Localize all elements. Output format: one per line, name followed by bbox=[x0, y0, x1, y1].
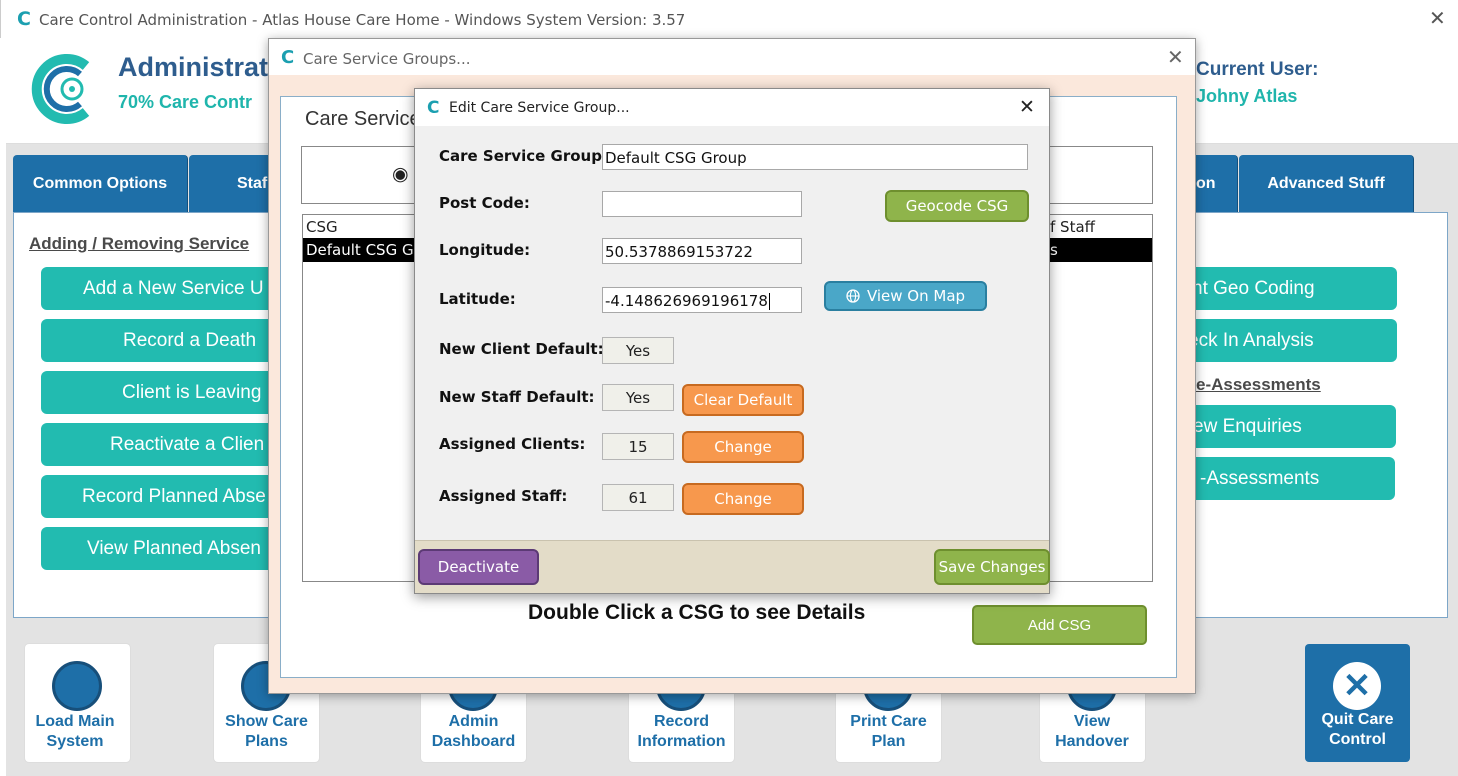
clear-default-button[interactable]: Clear Default bbox=[682, 384, 804, 416]
new-client-default-value: Yes bbox=[602, 337, 674, 364]
staff-column-header[interactable]: f Staff bbox=[1050, 218, 1095, 236]
current-user-label: Current User: bbox=[1196, 59, 1319, 80]
edit-dialog-app-icon: C bbox=[427, 98, 440, 118]
logo-icon bbox=[31, 54, 90, 124]
tab-advanced-stuff[interactable]: Advanced Stuff bbox=[1239, 155, 1414, 213]
csg-name-label: Care Service Group: bbox=[439, 147, 608, 165]
assigned-clients-value: 15 bbox=[602, 433, 674, 460]
assigned-clients-label: Assigned Clients: bbox=[439, 435, 586, 453]
view-planned-absence-button[interactable]: View Planned Absen bbox=[41, 527, 301, 570]
record-death-button[interactable]: Record a Death bbox=[41, 319, 301, 362]
current-user-name: Johny Atlas bbox=[1196, 86, 1298, 106]
main-titlebar: C Care Control Administration - Atlas Ho… bbox=[0, 0, 1458, 38]
longitude-label: Longitude: bbox=[439, 241, 531, 259]
record-planned-absence-button[interactable]: Record Planned Abse bbox=[41, 475, 301, 518]
view-on-map-button[interactable]: View On Map bbox=[824, 281, 987, 311]
new-staff-default-label: New Staff Default: bbox=[439, 388, 595, 406]
quit-x-icon: ✕ bbox=[1333, 662, 1381, 710]
load-main-system-button[interactable]: Load Main System bbox=[25, 644, 130, 762]
assigned-staff-label: Assigned Staff: bbox=[439, 487, 568, 505]
tab-common-options[interactable]: Common Options bbox=[13, 155, 188, 213]
post-code-label: Post Code: bbox=[439, 194, 530, 212]
reactivate-client-button[interactable]: Reactivate a Clien bbox=[41, 423, 301, 466]
csg-dialog-title: Care Service Groups... bbox=[303, 50, 471, 68]
deactivate-button[interactable]: Deactivate bbox=[418, 549, 539, 585]
geocode-csg-button[interactable]: Geocode CSG bbox=[885, 190, 1029, 222]
latitude-label: Latitude: bbox=[439, 290, 516, 308]
header-subtitle: 70% Care Contr bbox=[118, 92, 253, 112]
longitude-input[interactable]: 50.5378869153722 bbox=[602, 238, 802, 264]
load-main-system-icon bbox=[52, 661, 102, 711]
latitude-value: -4.148626969196178 bbox=[605, 292, 768, 310]
edit-dialog-title: Edit Care Service Group... bbox=[449, 100, 630, 116]
app-icon: C bbox=[17, 8, 31, 30]
section-heading-pre-assessments: e-Assessments bbox=[1196, 375, 1321, 394]
add-csg-button[interactable]: Add CSG bbox=[972, 605, 1147, 645]
latitude-input[interactable]: -4.148626969196178 bbox=[602, 287, 802, 313]
edit-dialog-close-icon[interactable]: ✕ bbox=[1019, 96, 1035, 118]
assigned-staff-value: 61 bbox=[602, 484, 674, 511]
double-click-hint: Double Click a CSG to see Details bbox=[528, 601, 866, 624]
globe-icon bbox=[846, 289, 860, 303]
csg-dialog-app-icon: C bbox=[281, 47, 295, 68]
csg-name-input[interactable]: Default CSG Group bbox=[602, 144, 1028, 170]
new-staff-default-value: Yes bbox=[602, 384, 674, 411]
post-code-input[interactable] bbox=[602, 191, 802, 217]
header-title: Administrat bbox=[118, 52, 269, 82]
csg-dialog-close-icon[interactable]: ✕ bbox=[1167, 45, 1184, 69]
change-staff-button[interactable]: Change bbox=[682, 483, 804, 515]
admin-dashboard-label: Admin Dashboard bbox=[431, 713, 516, 750]
window-close-icon[interactable]: ✕ bbox=[1429, 6, 1446, 30]
view-on-map-label: View On Map bbox=[866, 287, 966, 305]
load-main-system-label: Load Main System bbox=[35, 713, 115, 750]
change-clients-button[interactable]: Change bbox=[682, 431, 804, 463]
save-changes-button[interactable]: Save Changes bbox=[934, 549, 1050, 585]
csg-row-name: Default CSG Gr bbox=[306, 241, 420, 259]
client-leaving-button[interactable]: Client is Leaving bbox=[41, 371, 301, 414]
section-heading-adding-removing: Adding / Removing Service bbox=[29, 234, 250, 253]
quit-care-control-label: Quit Care Control bbox=[1321, 711, 1394, 748]
window-title: Care Control Administration - Atlas Hous… bbox=[39, 11, 686, 29]
view-handover-label: View Handover bbox=[1055, 713, 1129, 750]
csg-panel-heading: Care Service bbox=[305, 108, 421, 130]
quit-care-control-button[interactable]: ✕ Quit Care Control bbox=[1305, 644, 1410, 762]
show-care-plans-label: Show Care Plans bbox=[225, 713, 308, 750]
csg-row-staff: s bbox=[1050, 241, 1058, 259]
print-care-plan-label: Print Care Plan bbox=[850, 713, 927, 750]
new-client-default-label: New Client Default: bbox=[439, 340, 604, 358]
text-caret bbox=[768, 293, 770, 310]
csg-column-header[interactable]: CSG bbox=[306, 218, 338, 236]
add-service-user-button[interactable]: Add a New Service U bbox=[41, 267, 301, 310]
record-information-label: Record Information bbox=[637, 713, 726, 750]
